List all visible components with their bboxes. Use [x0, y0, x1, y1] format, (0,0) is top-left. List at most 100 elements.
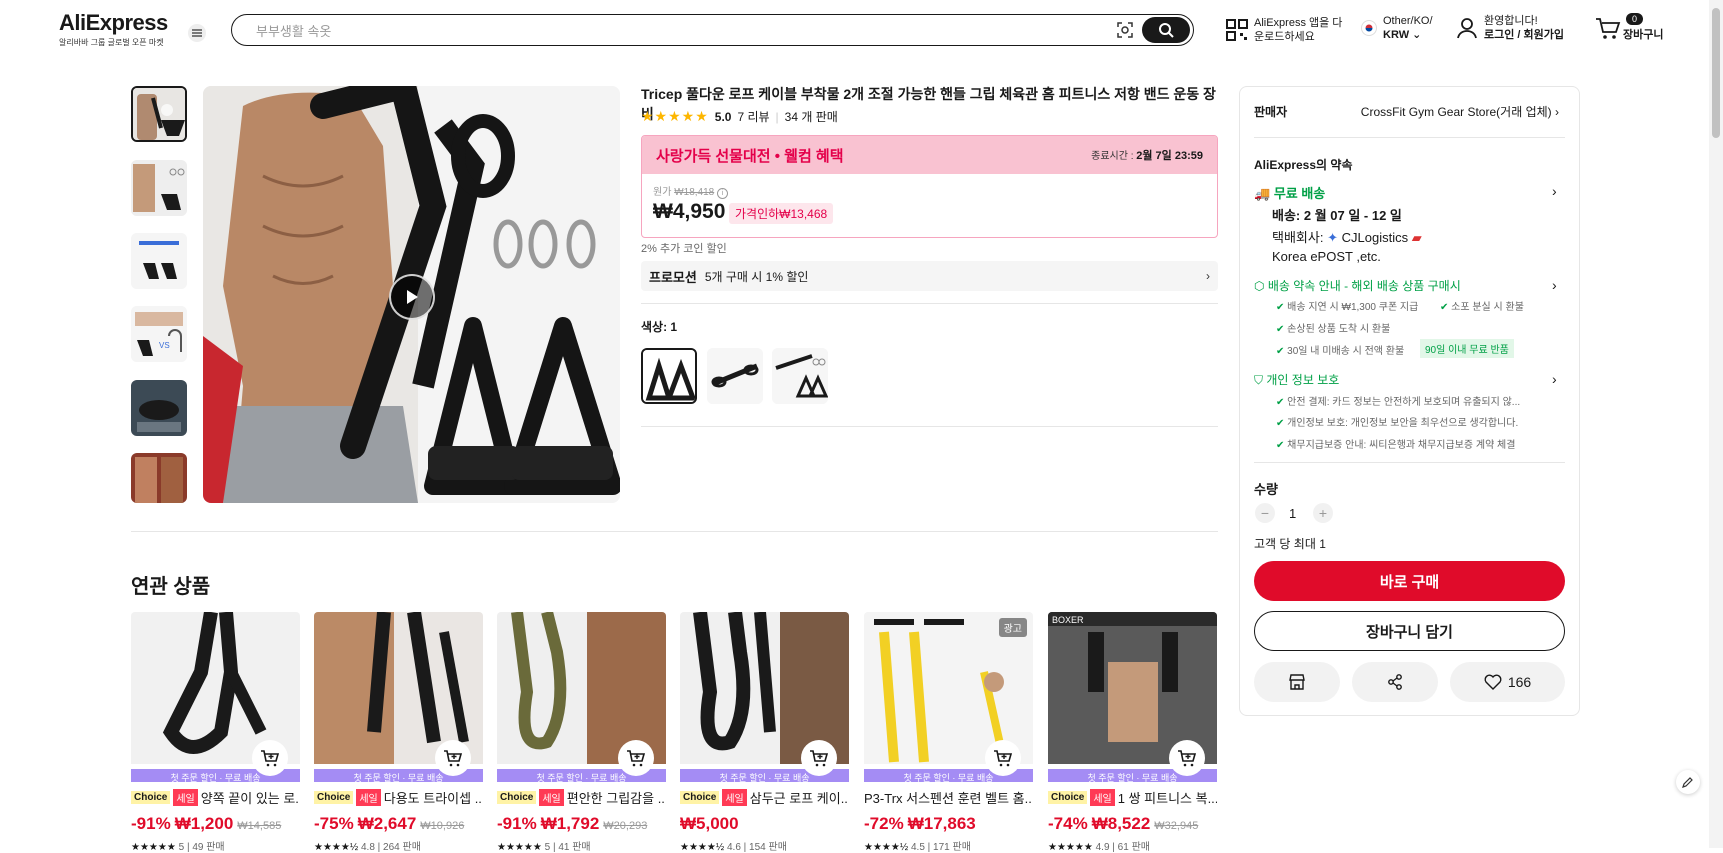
- chevron-right-icon[interactable]: ›: [1552, 277, 1557, 293]
- product-rating: ★★★★★ 4.9 | 61 판매: [1048, 842, 1150, 853]
- chevron-right-icon[interactable]: ›: [1552, 371, 1557, 387]
- app-download[interactable]: AliExpress 앱을 다 운로드하세요: [1226, 16, 1342, 44]
- product-rating: ★★★★½ 4.5 | 171 판매: [864, 842, 971, 853]
- free-shipping-link[interactable]: 🚚 무료 배송: [1254, 183, 1325, 202]
- wishlist-button[interactable]: 166: [1450, 662, 1565, 702]
- add-to-cart-button[interactable]: 장바구니 담기: [1254, 611, 1565, 651]
- product-name[interactable]: Choice 세일 다용도 트라이셉 ...: [314, 788, 483, 807]
- wishlist-count: 166: [1507, 674, 1532, 690]
- app-download-line1: AliExpress 앱을 다: [1254, 17, 1343, 29]
- rating-row[interactable]: ★★★★★ 5.0 7 리뷰 | 34 개 판매: [641, 108, 838, 125]
- rating-value: 5.0: [714, 109, 732, 124]
- related-product-card[interactable]: 첫 주문 할인 · 무료 배송 Choice 세일 다용도 트라이셉 ... -75…: [314, 612, 483, 853]
- product-image[interactable]: 첫 주문 할인 · 무료 배송: [680, 612, 849, 782]
- welcome-text: 환영합니다!: [1484, 15, 1538, 27]
- quantity-increase-button[interactable]: +: [1313, 503, 1333, 523]
- privacy-link[interactable]: ⛉ 개인 정보 보호: [1254, 371, 1339, 388]
- feedback-edit-button[interactable]: [1676, 770, 1700, 794]
- cart-count-badge: 0: [1626, 13, 1644, 25]
- seller-name-link[interactable]: CrossFit Gym Gear Store(거래 업체) ›: [1351, 103, 1559, 120]
- share-button[interactable]: [1352, 662, 1438, 702]
- product-name[interactable]: Choice 세일 편안한 그립감을 ...: [497, 788, 666, 807]
- related-product-card[interactable]: 광고 첫 주문 할인 · 무료 배송 P3-Trx 서스펜션 훈련 벨트 홈..…: [864, 612, 1033, 853]
- locale-currency: KRW ⌄: [1383, 29, 1422, 41]
- product-image[interactable]: 첫 주문 할인 · 무료 배송: [131, 612, 300, 782]
- search-input[interactable]: [254, 20, 1038, 42]
- seller-label: 판매자: [1254, 105, 1288, 119]
- promotion-row[interactable]: 프로모션 5개 구매 시 1% 할인 ›: [641, 261, 1218, 291]
- menu-icon[interactable]: [188, 24, 206, 42]
- product-rating: ★★★★★ 5 | 49 판매: [131, 842, 225, 853]
- guarantee-item: ✔ 30일 내 미배송 시 전액 환불: [1276, 346, 1405, 357]
- cart-button[interactable]: 0 장바구니: [1595, 13, 1664, 42]
- delivery-date: 배송: 2 월 07 일 - 12 일: [1272, 208, 1402, 223]
- scrollbar-thumb[interactable]: [1712, 8, 1720, 138]
- image-search-icon[interactable]: [1115, 20, 1135, 40]
- check-icon: ✔: [1440, 302, 1449, 313]
- related-product-card[interactable]: BOXER 첫 주문 할인 · 무료 배송 Choice 세일 1 쌍 피트니스 복…: [1048, 612, 1217, 853]
- product-name[interactable]: P3-Trx 서스펜션 훈련 벨트 홈...: [864, 788, 1033, 807]
- product-image[interactable]: BOXER 첫 주문 할인 · 무료 배송: [1048, 612, 1217, 782]
- chevron-right-icon[interactable]: ›: [1552, 183, 1557, 199]
- shield-icon: ⛉: [1254, 373, 1264, 387]
- related-product-card[interactable]: 첫 주문 할인 · 무료 배송 Choice 세일 삼두근 로프 케이... ₩5,…: [680, 612, 849, 853]
- related-product-card[interactable]: 첫 주문 할인 · 무료 배송 Choice 세일 양쪽 끝이 있는 로... -9…: [131, 612, 300, 853]
- account-menu[interactable]: 환영합니다! 로그인 / 회원가입: [1456, 14, 1564, 42]
- related-products-title: 연관 상품: [131, 576, 211, 598]
- gallery-thumbnail[interactable]: [131, 380, 187, 436]
- promo-title: 사랑가득 선물대전 • 웰컴 혜택: [656, 147, 844, 165]
- pencil-icon: [1682, 777, 1693, 788]
- logo-subtitle: 알리바바 그룹 글로벌 오픈 마켓: [59, 38, 164, 47]
- add-to-cart-icon[interactable]: [618, 740, 654, 776]
- search-button[interactable]: [1142, 17, 1190, 43]
- buy-now-button[interactable]: 바로 구매: [1254, 561, 1565, 601]
- color-option[interactable]: [772, 348, 828, 404]
- search-bar: [231, 14, 1194, 46]
- product-price: -74% ₩8,522 ₩32,945: [1048, 814, 1199, 833]
- login-signup-link[interactable]: 로그인 / 회원가입: [1484, 28, 1564, 42]
- gallery-thumbnail[interactable]: [131, 453, 187, 503]
- add-to-cart-icon[interactable]: [435, 740, 471, 776]
- info-icon: i: [717, 188, 728, 199]
- quantity-value[interactable]: 1: [1289, 506, 1296, 521]
- chevron-right-icon: ›: [1206, 269, 1210, 283]
- product-image[interactable]: 첫 주문 할인 · 무료 배송: [314, 612, 483, 782]
- product-image[interactable]: 첫 주문 할인 · 무료 배송: [497, 612, 666, 782]
- cart-label: 장바구니: [1623, 29, 1664, 41]
- product-name[interactable]: Choice 세일 1 쌍 피트니스 복...: [1048, 788, 1217, 807]
- store-icon: [1289, 674, 1305, 690]
- add-to-cart-icon[interactable]: [252, 740, 288, 776]
- aliexpress-logo[interactable]: AliExpress 알리바바 그룹 글로벌 오픈 마켓: [59, 10, 168, 48]
- color-option[interactable]: [707, 348, 763, 404]
- color-option[interactable]: [641, 348, 697, 404]
- svg-text:VS: VS: [159, 341, 170, 350]
- add-to-cart-icon[interactable]: [801, 740, 837, 776]
- ad-badge: 광고: [998, 618, 1027, 637]
- gallery-thumbnail[interactable]: [131, 233, 187, 289]
- check-icon: ✔: [1276, 440, 1285, 451]
- gallery-thumbnail[interactable]: [131, 86, 187, 142]
- product-main-image[interactable]: [203, 86, 620, 503]
- coin-discount: 2% 추가 코인 할인: [641, 243, 727, 255]
- locale-selector[interactable]: Other/KO/ KRW ⌄: [1361, 14, 1433, 42]
- gallery-thumbnail[interactable]: VS: [131, 306, 187, 362]
- product-image[interactable]: 광고 첫 주문 할인 · 무료 배송: [864, 612, 1033, 782]
- quantity-limit: 고객 당 최대 1: [1254, 537, 1326, 551]
- korea-post-logo-icon: ▰: [1411, 230, 1422, 245]
- review-count[interactable]: 7 리뷰: [737, 108, 769, 125]
- product-name[interactable]: Choice 세일 삼두근 로프 케이...: [680, 788, 849, 807]
- gallery-thumbnail[interactable]: [131, 160, 187, 216]
- play-video-button[interactable]: [389, 274, 435, 320]
- related-product-card[interactable]: 첫 주문 할인 · 무료 배송 Choice 세일 편안한 그립감을 ... -91…: [497, 612, 666, 853]
- add-to-cart-icon[interactable]: [985, 740, 1021, 776]
- quantity-decrease-button[interactable]: −: [1255, 503, 1275, 523]
- store-button[interactable]: [1254, 662, 1340, 702]
- promise-title: AliExpress의 약속: [1254, 158, 1353, 172]
- guarantee-item: ✔ 소포 분실 시 환불: [1440, 302, 1524, 313]
- add-to-cart-icon[interactable]: [1169, 740, 1205, 776]
- product-name[interactable]: Choice 세일 양쪽 끝이 있는 로...: [131, 788, 300, 807]
- delivery-guarantee-link[interactable]: ⬡ 배송 약속 안내 - 해외 배송 상품 구매시: [1254, 277, 1461, 294]
- privacy-item: ✔ 채무지급보증 안내: 씨티은행과 채무지급보증 계약 체결: [1276, 440, 1516, 451]
- qr-code-icon: [1226, 19, 1248, 41]
- product-rating: ★★★★½ 4.6 | 154 판매: [680, 842, 787, 853]
